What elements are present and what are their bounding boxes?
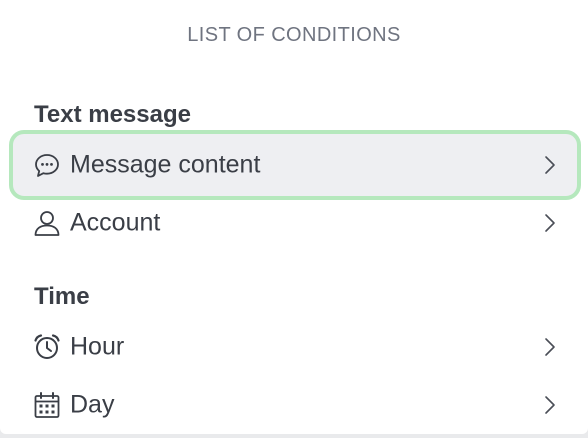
condition-item-account[interactable]: Account [12, 191, 578, 255]
condition-item-day[interactable]: Day [12, 373, 578, 437]
condition-label: Account [70, 208, 161, 237]
panel-title: LIST OF CONDITIONS [187, 24, 401, 46]
condition-label: Hour [70, 332, 125, 361]
chevron-right-icon [542, 211, 558, 235]
user-icon [32, 208, 62, 238]
section-title-time: Time [34, 283, 90, 310]
conditions-panel: LIST OF CONDITIONS Text message Message … [0, 0, 588, 434]
chat-bubble-icon [32, 150, 62, 180]
alarm-clock-icon [32, 332, 62, 362]
condition-item-message-content[interactable]: Message content [9, 130, 581, 200]
calendar-icon [32, 390, 62, 420]
condition-label: Message content [70, 150, 261, 179]
chevron-right-icon [542, 335, 558, 359]
condition-label: Day [70, 390, 115, 419]
condition-item-hour[interactable]: Hour [12, 315, 578, 379]
section-title-text-message: Text message [34, 101, 191, 128]
chevron-right-icon [542, 153, 558, 177]
chevron-right-icon [542, 393, 558, 417]
